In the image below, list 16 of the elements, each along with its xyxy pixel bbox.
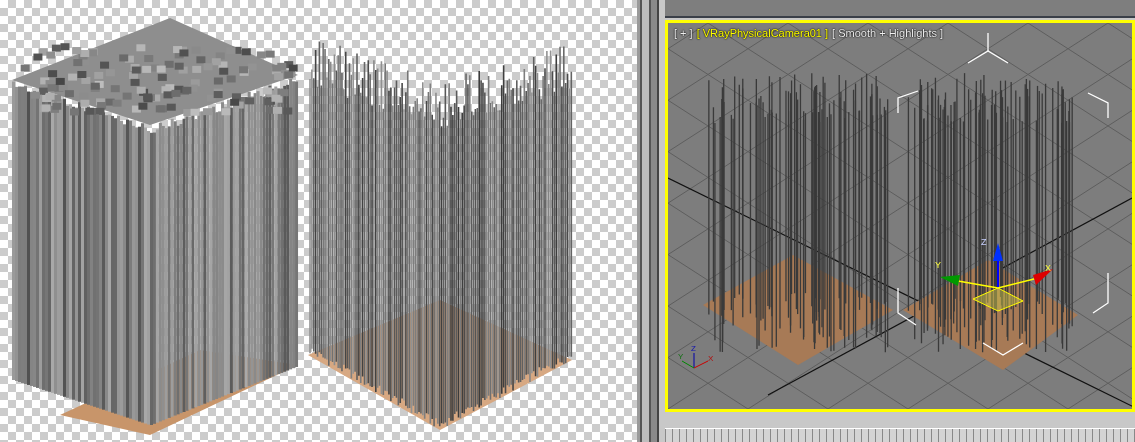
grass-patch-drawing[interactable] bbox=[703, 72, 893, 365]
axis-tripod-drawing bbox=[681, 352, 709, 369]
axis-label: X bbox=[1045, 263, 1051, 273]
timeline-ruler[interactable] bbox=[665, 428, 1135, 442]
move-gizmo-drawing[interactable] bbox=[940, 243, 1053, 312]
axis-label: Y bbox=[678, 352, 684, 361]
grass-patch-drawing[interactable] bbox=[903, 72, 1078, 370]
axis-label: Y bbox=[935, 260, 941, 270]
viewport-label[interactable]: [ Smooth + Highlights ] bbox=[832, 27, 944, 39]
viewport-panel[interactable]: [ + ] [ VRayPhysicalCamera01 ] [ Smooth + Highlights ] Z Y X Z Y X bbox=[665, 20, 1135, 412]
top-viewport[interactable] bbox=[665, 0, 1135, 18]
viewport-label[interactable]: [ VRayPhysicalCamera01 ] bbox=[696, 27, 829, 39]
axis-label: Z bbox=[981, 237, 987, 247]
axis-label: Z bbox=[691, 344, 696, 353]
axis-label: X bbox=[708, 354, 714, 363]
viewport-label[interactable]: [ + ] bbox=[674, 27, 693, 39]
